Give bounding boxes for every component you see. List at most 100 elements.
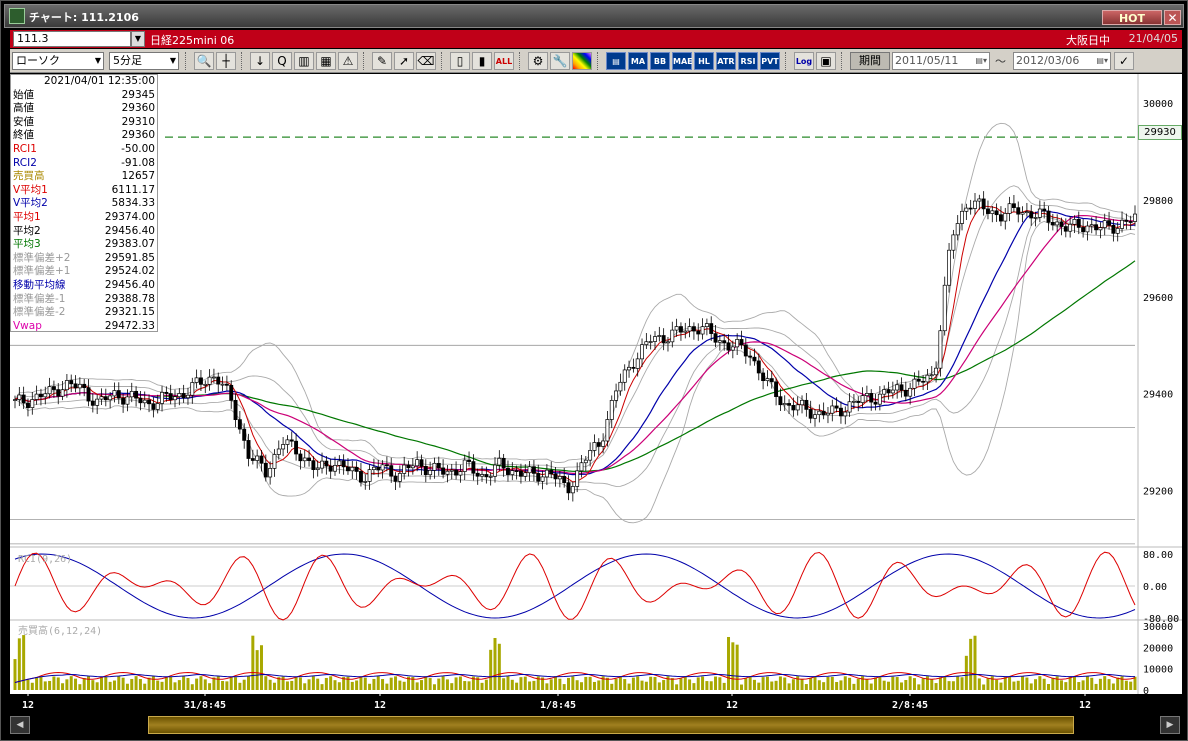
info-key: 平均1 [13,210,41,223]
exchange-date: 21/04/05 [1128,32,1178,45]
candle-body [363,481,368,483]
close-icon[interactable]: ✕ [1164,10,1181,25]
volume-bar [441,676,445,690]
volume-bar [856,678,860,690]
calendar-icon[interactable]: ▤▾ [1096,53,1108,69]
candle-body [817,410,822,416]
volume-bar [13,659,17,690]
volume-bar [584,676,588,690]
instrument-bar: 111.3 ▼ 日経225mini 06 大阪日中 21/04/05 [10,30,1182,48]
candle-body [380,464,385,471]
candle-body [21,394,26,404]
candle-body [86,387,91,402]
symbol-input[interactable]: 111.3 [13,31,131,47]
volume-bar [1090,677,1094,690]
zoom-icon[interactable]: 🔍 [194,52,214,70]
candle-body [371,466,376,470]
info-row: 平均3 29383.07 [11,238,157,252]
volume-bar [895,677,899,690]
color-palette-icon[interactable] [572,52,592,70]
volume-bar [290,680,294,690]
candles-icon[interactable]: ▮ [472,52,492,70]
volume-bar [458,676,462,690]
search-chart-icon[interactable]: Q [272,52,292,70]
candle-body [514,470,519,472]
mae-button[interactable]: MAE [672,52,693,70]
candle-body [147,399,152,405]
date-from-field[interactable]: 2011/05/11 ▤▾ [892,52,990,70]
rsi-button[interactable]: RSI [738,52,758,70]
bar-chart-icon[interactable]: ▥ [294,52,314,70]
volume-bar [216,676,220,690]
volume-bar [1094,683,1098,690]
chart-canvas[interactable]: RCI(9,26) 売買高(6,12,24) 30000 29800 29600 29… [10,74,1182,714]
atr-button[interactable]: ATR [716,52,736,70]
date-to-field[interactable]: 2012/03/06 ▤▾ [1013,52,1111,70]
crosshair-icon[interactable]: ┼ [216,52,236,70]
ma-button[interactable]: MA [628,52,648,70]
period-button[interactable]: 期間 [850,52,890,70]
time-scrollbar[interactable]: ◀ ▶ [10,714,1182,736]
candle-body [177,393,182,398]
checkbox[interactable]: ✓ [1114,52,1134,70]
pvt-button[interactable]: PVT [760,52,780,70]
volume-bar [718,677,722,690]
eraser-icon[interactable]: ⌫ [416,52,436,70]
volume-bar [130,678,134,690]
volume-bar [99,676,103,690]
log-button[interactable]: Log [794,52,814,70]
info-row: 平均2 29456.40 [11,225,157,239]
chart-type-select[interactable]: ローソク ▼ [12,52,104,70]
hot-button[interactable]: HOT [1102,10,1162,25]
volume-bar [986,678,990,690]
bb-button[interactable]: BB [650,52,670,70]
scrollbar-thumb[interactable] [148,716,1074,734]
candle-body [947,249,952,286]
volume-bar [614,678,618,690]
all-icon[interactable]: ALL [494,52,514,70]
volume-bar [848,677,852,690]
alert-icon[interactable]: ⚠ [338,52,358,70]
volume-bar [709,681,713,690]
scroll-right-icon[interactable]: ▶ [1160,716,1180,734]
indicator-button[interactable]: ▤ [606,52,626,70]
hl-button[interactable]: HL [694,52,714,70]
scroll-left-icon[interactable]: ◀ [10,716,30,734]
volume-bar [891,676,895,690]
settings-icon[interactable]: ⚙ [528,52,548,70]
candle-body [506,467,510,475]
pencil-icon[interactable]: ✎ [372,52,392,70]
volume-bar [1055,676,1059,690]
arrow-down-icon[interactable]: ↓ [250,52,270,70]
candle-body [800,399,804,406]
volume-bar [908,676,912,690]
volume-bar [705,681,709,690]
candle-icon[interactable]: ▯ [450,52,470,70]
chevron-down-icon[interactable]: ▼ [131,31,145,47]
volume-bar [930,679,934,690]
volume-bar [636,676,640,690]
print-icon[interactable]: ▣ [816,52,836,70]
info-row: 標準偏差+1 29524.02 [11,265,157,279]
candle-body [384,464,389,467]
volume-bar [294,676,298,690]
title-bar[interactable]: チャート: 111.2106 HOT ✕ [4,4,1184,28]
cursor-icon[interactable]: ➚ [394,52,414,70]
candle-body [242,428,247,441]
candle-body [951,234,956,251]
volume-bar [822,682,826,690]
interval-select[interactable]: 5分足 ▼ [109,52,179,70]
wrench-icon[interactable]: 🔧 [550,52,570,70]
volume-bar [484,679,488,690]
volume-bar [973,635,977,690]
candle-body [575,470,580,487]
volume-bar [562,684,566,690]
volume-bar [783,677,787,690]
candle-body [155,403,160,410]
info-row: V平均2 5834.33 [11,197,157,211]
info-row: 標準偏差-2 29321.15 [11,306,157,320]
separator [785,52,787,70]
volume-bar [138,678,142,690]
grid-icon[interactable]: ▦ [316,52,336,70]
calendar-icon[interactable]: ▤▾ [975,53,987,69]
